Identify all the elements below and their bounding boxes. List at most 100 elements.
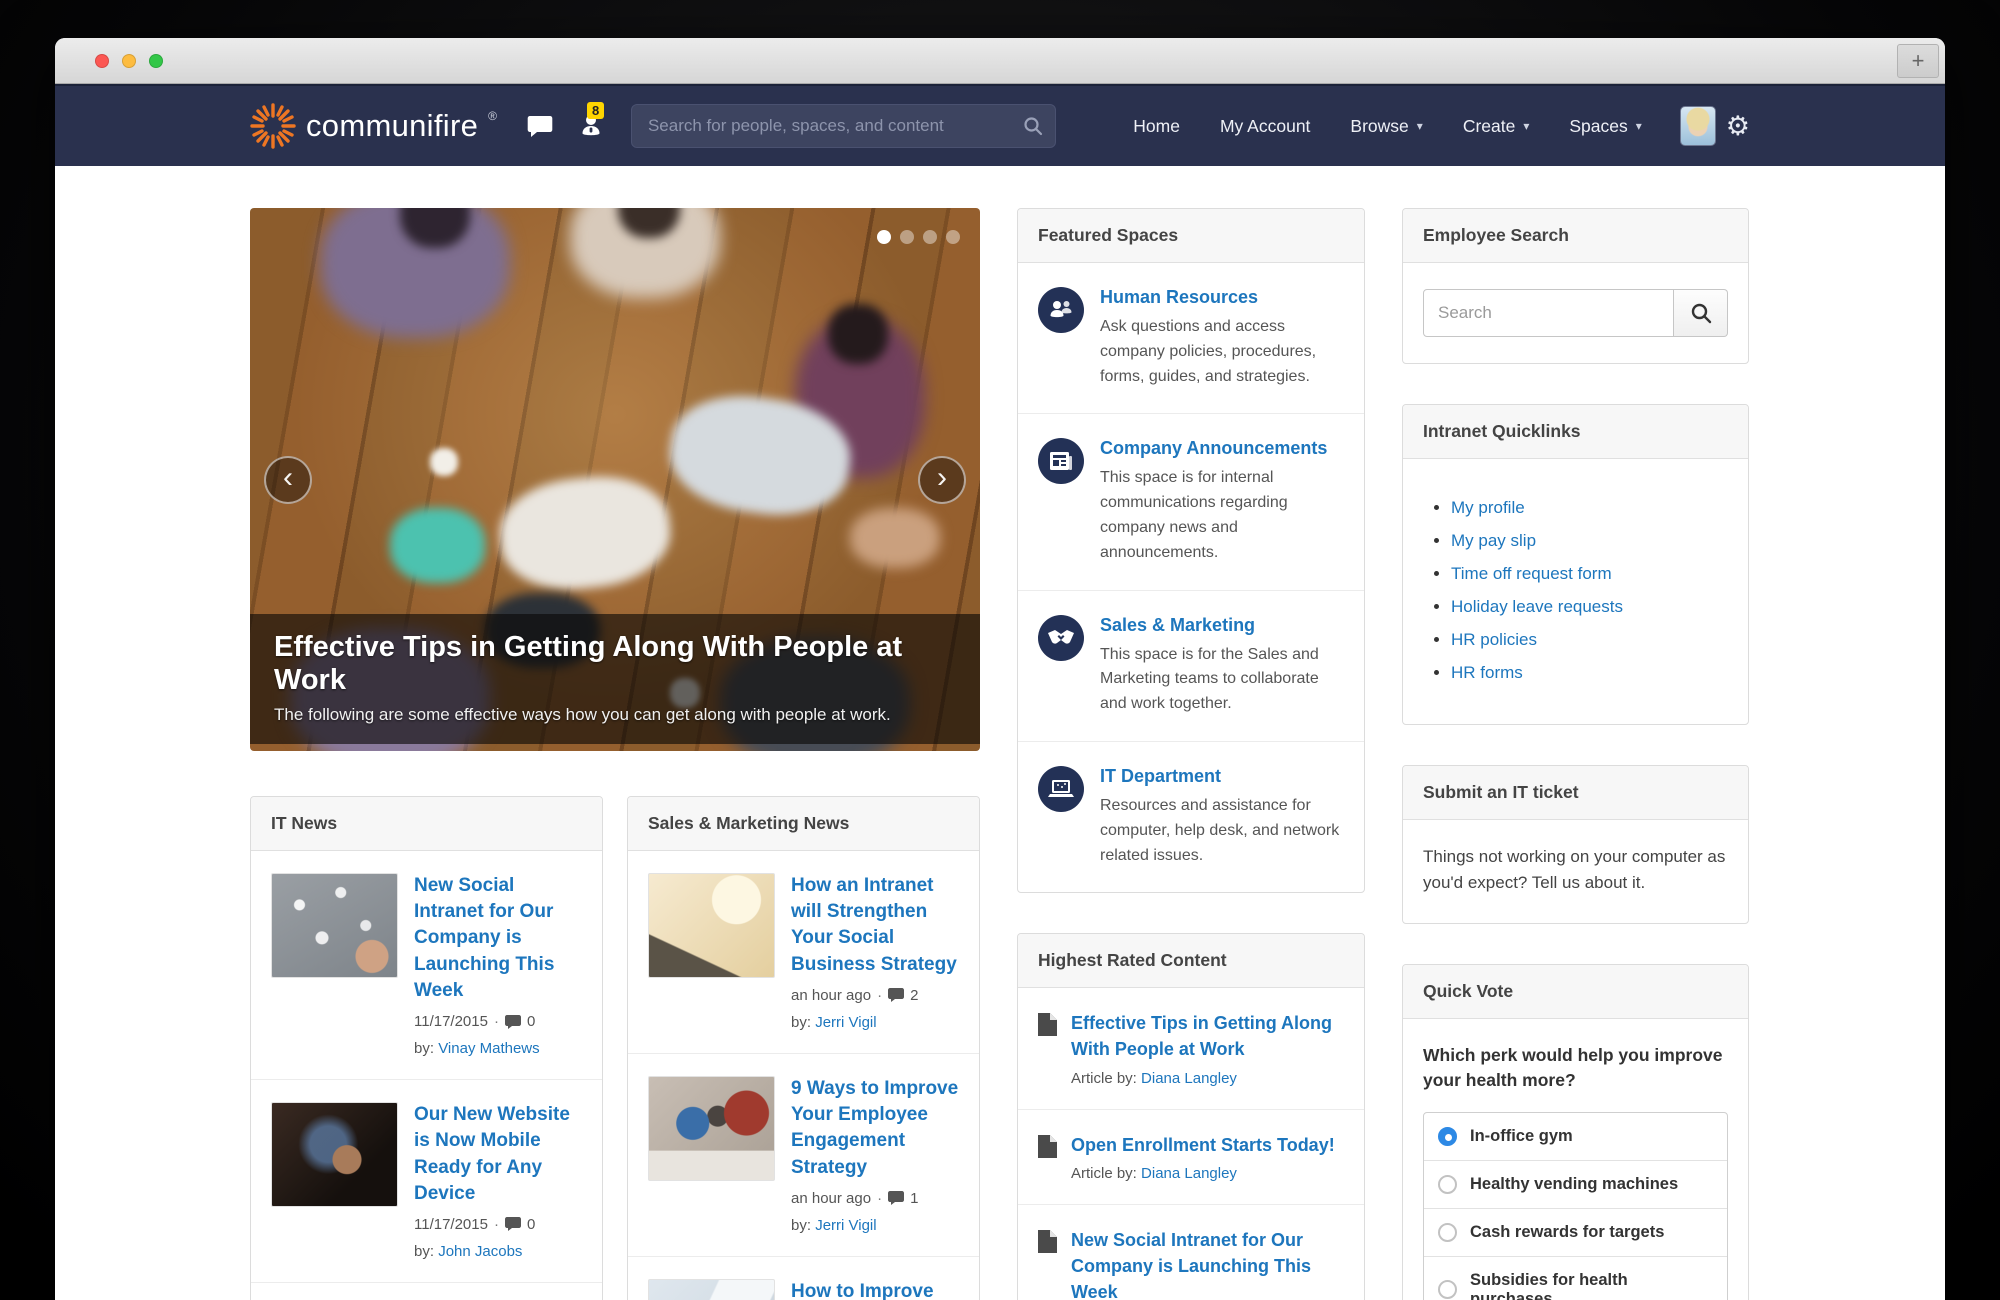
it-ticket-panel: Submit an IT ticket Things not working o… bbox=[1402, 765, 1749, 924]
space-list-item: Human Resources Ask questions and access… bbox=[1018, 263, 1364, 413]
comment-icon bbox=[888, 1191, 904, 1205]
search-icon[interactable] bbox=[1023, 116, 1043, 141]
panel-title: Featured Spaces bbox=[1018, 209, 1364, 263]
carousel-prev-button[interactable]: ‹ bbox=[264, 456, 312, 504]
author-link[interactable]: Diana Langley bbox=[1141, 1070, 1237, 1087]
vote-option-row[interactable]: Subsidies for health purchases bbox=[1424, 1256, 1727, 1300]
author-link[interactable]: John Jacobs bbox=[438, 1243, 522, 1260]
space-icon[interactable] bbox=[1038, 438, 1084, 484]
panel-title: Sales & Marketing News bbox=[628, 797, 979, 851]
vote-option-label: Cash rewards for targets bbox=[1470, 1223, 1664, 1242]
vote-question: Which perk would help you improve your h… bbox=[1423, 1043, 1728, 1094]
radio-button[interactable] bbox=[1438, 1127, 1457, 1146]
quicklinks-list: My profile My pay slip Time off request … bbox=[1403, 459, 1748, 724]
space-description: Resources and assistance for computer, h… bbox=[1100, 794, 1344, 868]
space-name-link[interactable]: Sales & Marketing bbox=[1100, 615, 1344, 636]
featured-spaces-list: Human Resources Ask questions and access… bbox=[1018, 263, 1364, 892]
user-avatar[interactable] bbox=[1680, 106, 1716, 146]
space-name-link[interactable]: Company Announcements bbox=[1100, 438, 1344, 459]
author-link[interactable]: Jerri Vigil bbox=[815, 1014, 876, 1031]
article-title-link[interactable]: New Social Intranet for Our Company is L… bbox=[414, 873, 582, 1004]
radio-button[interactable] bbox=[1438, 1175, 1457, 1194]
vote-options: In-office gym Healthy vending machines bbox=[1423, 1112, 1728, 1300]
article-title-link[interactable]: How an Intranet will Strengthen Your Soc… bbox=[791, 873, 959, 978]
comment-count: 2 bbox=[910, 987, 918, 1004]
news-list-item: Our New Website is Now Mobile Ready for … bbox=[251, 1079, 602, 1282]
quicklink[interactable]: My pay slip bbox=[1451, 531, 1536, 550]
space-icon[interactable] bbox=[1038, 615, 1084, 661]
article-title-link[interactable]: 9 Ways to Improve Your Employee Engageme… bbox=[791, 1076, 959, 1181]
rated-byline: Article by: Diana Langley bbox=[1071, 1165, 1335, 1182]
nav-item[interactable]: My Account bbox=[1220, 116, 1310, 137]
quicklink[interactable]: My profile bbox=[1451, 498, 1525, 517]
gear-icon[interactable]: ⚙ bbox=[1726, 113, 1750, 140]
author-link[interactable]: Jerri Vigil bbox=[815, 1217, 876, 1234]
space-description: This space is for the Sales and Marketin… bbox=[1100, 643, 1344, 717]
author-link[interactable]: Vinay Mathews bbox=[438, 1040, 539, 1057]
vote-option-row[interactable]: Cash rewards for targets bbox=[1424, 1208, 1727, 1256]
space-name-link[interactable]: Human Resources bbox=[1100, 287, 1344, 308]
window-titlebar: + bbox=[55, 38, 1945, 84]
space-name-link[interactable]: IT Department bbox=[1100, 766, 1344, 787]
quicklink[interactable]: Holiday leave requests bbox=[1451, 597, 1623, 616]
document-icon bbox=[1038, 1135, 1057, 1158]
nav-item[interactable]: Spaces ▾ bbox=[1569, 116, 1641, 137]
article-title-link[interactable]: Our New Website is Now Mobile Ready for … bbox=[414, 1102, 582, 1207]
article-thumbnail[interactable] bbox=[648, 873, 775, 978]
chevron-down-icon: ▾ bbox=[1417, 119, 1423, 133]
global-search-input[interactable] bbox=[631, 104, 1056, 148]
radio-button[interactable] bbox=[1438, 1280, 1457, 1299]
carousel-dot[interactable] bbox=[923, 230, 937, 244]
space-description: This space is for internal communication… bbox=[1100, 466, 1344, 565]
vote-option-label: Subsidies for health purchases bbox=[1470, 1271, 1713, 1300]
article-date: an hour ago bbox=[791, 987, 871, 1004]
news-list-item: 9 Ways to Improve Your Employee Engageme… bbox=[628, 1053, 979, 1256]
rated-title-link[interactable]: Effective Tips in Getting Along With Peo… bbox=[1071, 1010, 1344, 1062]
article-thumbnail[interactable] bbox=[648, 1076, 775, 1181]
quicklink[interactable]: HR forms bbox=[1451, 663, 1523, 682]
close-window-button[interactable] bbox=[95, 54, 109, 68]
it-ticket-text: Things not working on your computer as y… bbox=[1403, 820, 1748, 923]
article-thumbnail[interactable] bbox=[271, 1102, 398, 1207]
vote-option-row[interactable]: In-office gym bbox=[1424, 1113, 1727, 1160]
article-byline: by: Jerri Vigil bbox=[791, 1217, 959, 1234]
news-list-item: New Social Intranet for Our Company is L… bbox=[251, 851, 602, 1079]
rated-title-link[interactable]: New Social Intranet for Our Company is L… bbox=[1071, 1227, 1344, 1300]
communifire-logo[interactable]: communifire ® bbox=[250, 103, 497, 149]
traffic-lights bbox=[95, 54, 163, 68]
employee-search-button[interactable] bbox=[1674, 289, 1728, 337]
article-thumbnail[interactable] bbox=[271, 873, 398, 978]
carousel-dot[interactable] bbox=[900, 230, 914, 244]
quicklink[interactable]: HR policies bbox=[1451, 630, 1537, 649]
rated-title-link[interactable]: Open Enrollment Starts Today! bbox=[1071, 1132, 1335, 1158]
space-icon[interactable] bbox=[1038, 287, 1084, 333]
zoom-window-button[interactable] bbox=[149, 54, 163, 68]
article-meta: 11/17/2015 · 0 bbox=[414, 1013, 582, 1030]
carousel-dot[interactable] bbox=[877, 230, 891, 244]
panel-title: Employee Search bbox=[1403, 209, 1748, 263]
quicklink-item: HR forms bbox=[1451, 663, 1728, 683]
carousel-dot[interactable] bbox=[946, 230, 960, 244]
quicklink[interactable]: Time off request form bbox=[1451, 564, 1612, 583]
rated-list-item: New Social Intranet for Our Company is L… bbox=[1018, 1204, 1364, 1300]
minimize-window-button[interactable] bbox=[122, 54, 136, 68]
vote-option-row[interactable]: Healthy vending machines bbox=[1424, 1160, 1727, 1208]
article-title-link[interactable]: How to Improve Customer Support with a H… bbox=[791, 1279, 959, 1300]
space-icon[interactable] bbox=[1038, 766, 1084, 812]
article-date: 11/17/2015 bbox=[414, 1013, 488, 1030]
article-thumbnail[interactable] bbox=[648, 1279, 775, 1300]
quicklink-item: My profile bbox=[1451, 498, 1728, 518]
sales-marketing-news-panel: Sales & Marketing News How an Intranet w… bbox=[627, 796, 980, 1300]
hero-caption[interactable]: Effective Tips in Getting Along With Peo… bbox=[250, 614, 980, 744]
news-list-item: How to Improve Customer Support with a H… bbox=[628, 1256, 979, 1300]
notifications-icon[interactable]: 8 bbox=[579, 114, 603, 138]
nav-item[interactable]: Create ▾ bbox=[1463, 116, 1530, 137]
new-tab-button[interactable]: + bbox=[1897, 44, 1939, 78]
carousel-next-button[interactable]: › bbox=[918, 456, 966, 504]
chat-icon[interactable] bbox=[527, 115, 553, 138]
employee-search-input[interactable] bbox=[1423, 289, 1674, 337]
author-link[interactable]: Diana Langley bbox=[1141, 1165, 1237, 1182]
nav-item[interactable]: Home bbox=[1133, 116, 1180, 137]
nav-item[interactable]: Browse ▾ bbox=[1350, 116, 1422, 137]
radio-button[interactable] bbox=[1438, 1223, 1457, 1242]
